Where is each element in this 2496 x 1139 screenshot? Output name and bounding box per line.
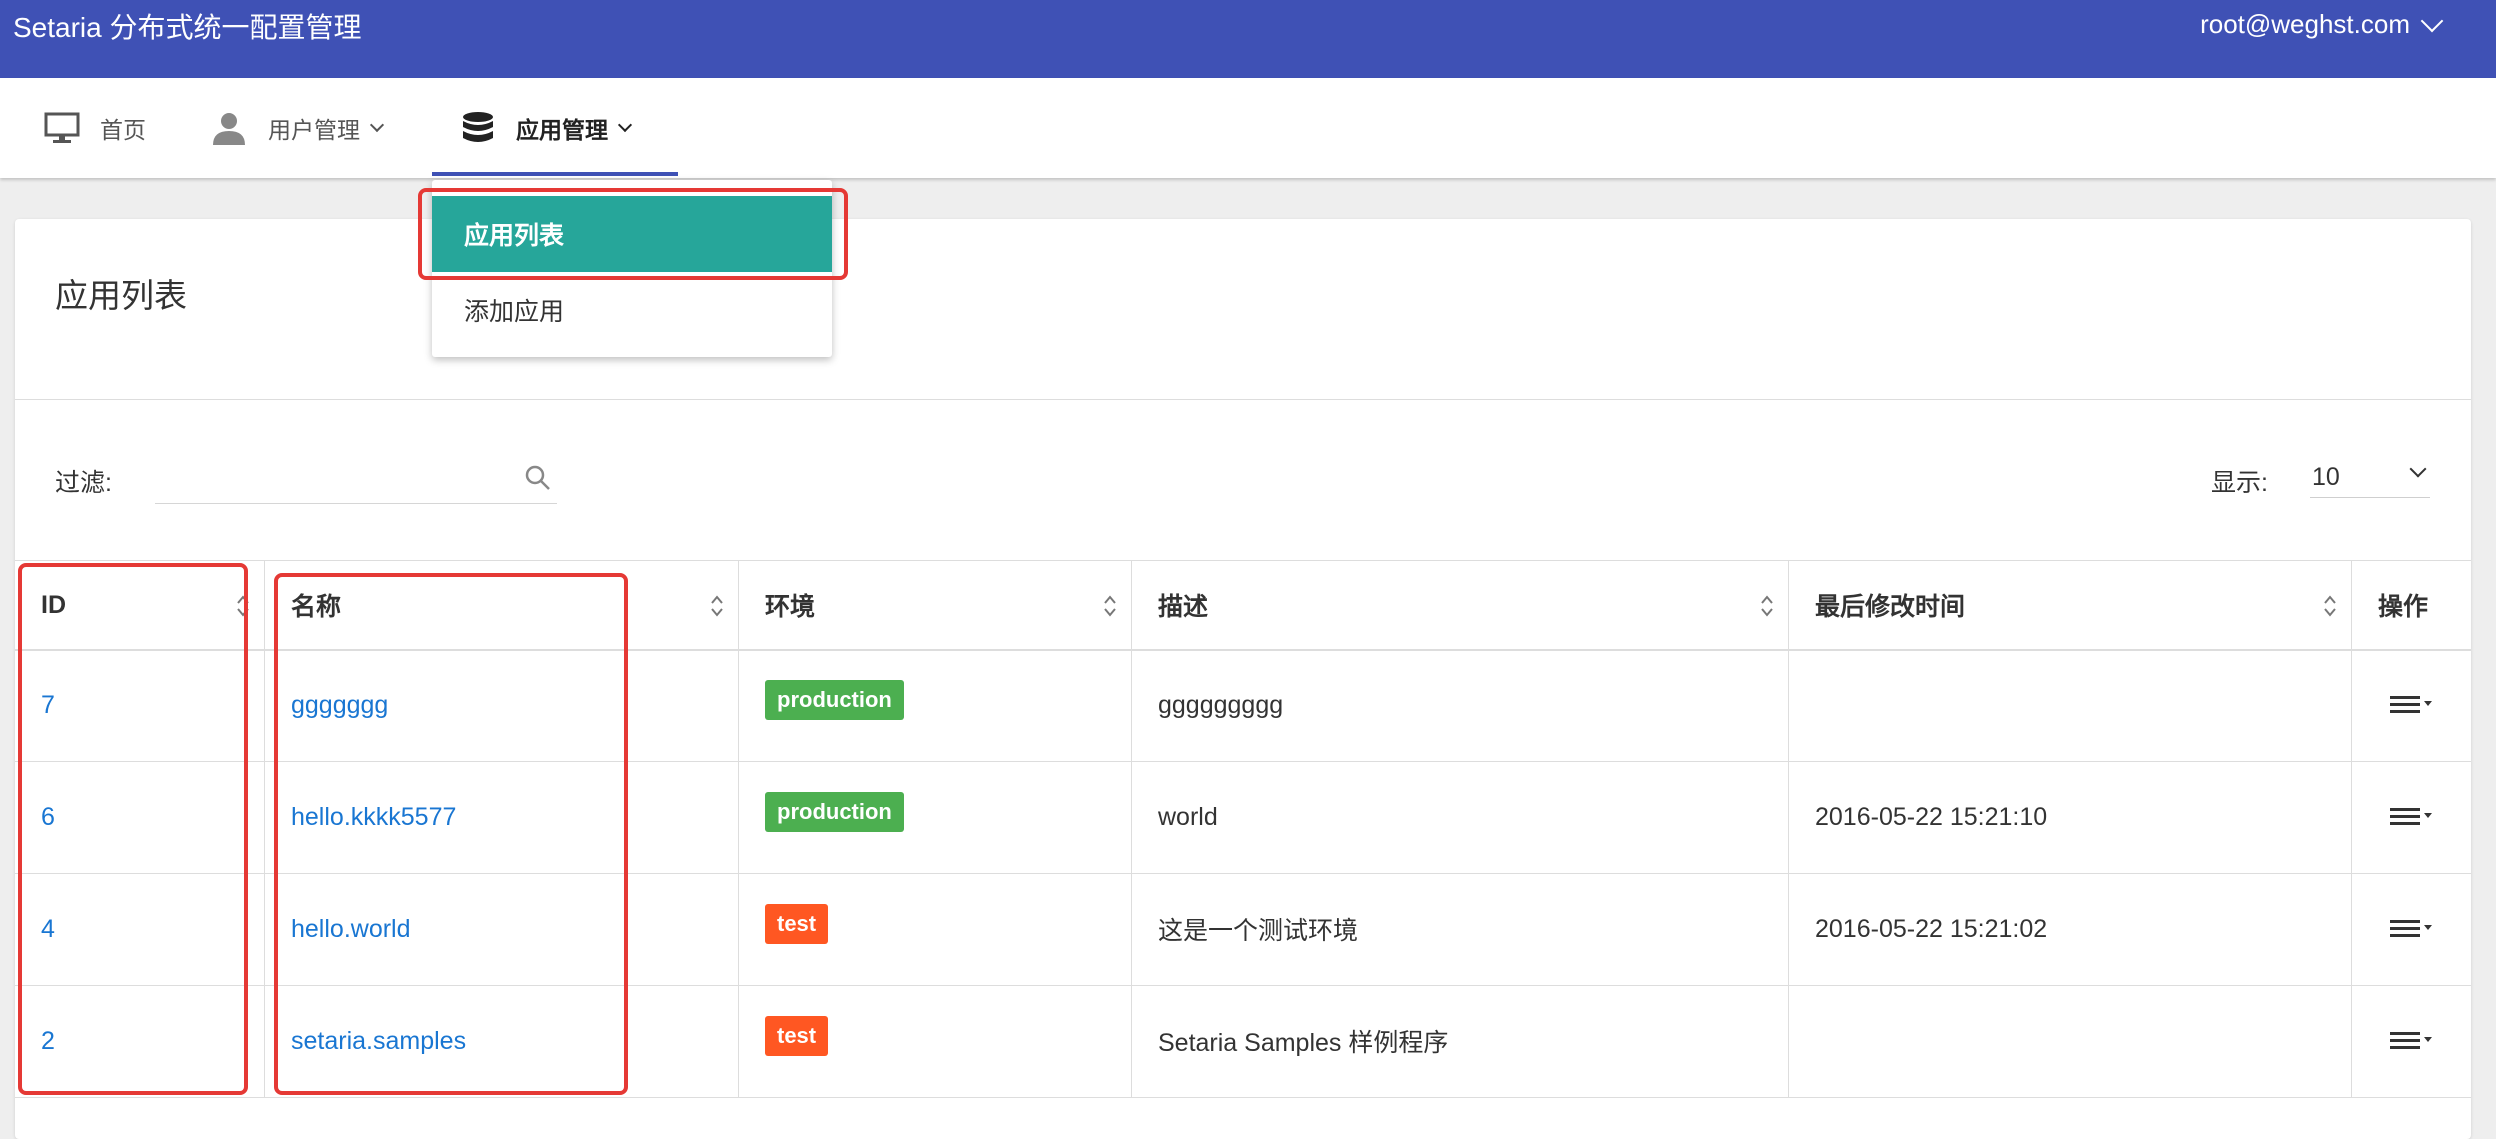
cell-modified	[1789, 649, 2352, 761]
page-title: 应用列表	[55, 277, 187, 314]
nav-label-users: 用户管理	[268, 117, 360, 143]
sort-icon	[711, 595, 723, 617]
nav-label-apps: 应用管理	[516, 117, 608, 143]
chevron-down-icon	[2420, 9, 2444, 32]
top-bar: Setaria 分布式统一配置管理 root@weghst.com	[0, 0, 2496, 78]
page-size-label: 显示:	[2211, 469, 2268, 497]
account-menu[interactable]: root@weghst.com	[2200, 9, 2444, 40]
column-header-id[interactable]: ID	[15, 561, 265, 649]
apps-dropdown-menu: 应用列表 添加应用	[432, 180, 832, 357]
table-row: 7 ggggggg production ggggggggg	[15, 649, 2471, 762]
nav-item-apps[interactable]: 应用管理	[460, 78, 633, 178]
env-badge: test	[765, 904, 829, 944]
cell-env: test	[739, 985, 1132, 1097]
app-list-card: 应用列表 过滤: 显示: 10 ID 名称 环境 描述 最后修改时间 操作 7 …	[15, 219, 2471, 1139]
nav-item-home[interactable]: 首页	[44, 78, 146, 178]
id-link[interactable]: 2	[41, 1027, 55, 1056]
column-header-desc[interactable]: 描述	[1132, 561, 1789, 649]
chevron-down-icon	[2409, 460, 2427, 478]
sort-icon	[1761, 595, 1773, 617]
column-header-actions: 操作	[2378, 593, 2429, 621]
table-row: 6 hello.kkkk5577 production world 2016-0…	[15, 761, 2471, 874]
table-row: 4 hello.world test 这是一个测试环境 2016-05-22 1…	[15, 873, 2471, 986]
search-icon[interactable]	[525, 465, 551, 491]
sort-icon	[2324, 595, 2336, 617]
env-badge: production	[765, 792, 904, 832]
cell-id: 6	[15, 761, 265, 873]
column-header-modified[interactable]: 最后修改时间	[1789, 561, 2352, 649]
cell-actions	[2352, 649, 2471, 761]
nav-bar: 首页 用户管理 应用管理	[0, 78, 2496, 178]
name-link[interactable]: hello.world	[291, 915, 411, 944]
cell-id: 4	[15, 873, 265, 985]
chevron-down-icon	[617, 117, 633, 133]
cell-desc: Setaria Samples 样例程序	[1132, 985, 1789, 1097]
table-header: ID 名称 环境 描述 最后修改时间 操作	[15, 560, 2471, 651]
sort-icon	[1104, 595, 1116, 617]
user-icon	[213, 113, 245, 145]
database-icon	[463, 112, 493, 142]
column-header-env[interactable]: 环境	[739, 561, 1132, 649]
row-actions-button[interactable]	[2390, 918, 2436, 940]
id-link[interactable]: 7	[41, 691, 55, 720]
env-badge: test	[765, 1016, 829, 1056]
menu-icon	[2390, 1032, 2432, 1049]
cell-actions	[2352, 761, 2471, 873]
nav-label-home: 首页	[100, 117, 146, 143]
cell-name: hello.kkkk5577	[265, 761, 739, 873]
account-email: root@weghst.com	[2200, 9, 2410, 39]
sort-icon	[237, 595, 249, 617]
name-link[interactable]: hello.kkkk5577	[291, 803, 456, 832]
cell-desc: ggggggggg	[1132, 649, 1789, 761]
env-badge: production	[765, 680, 904, 720]
page-size-value: 10	[2312, 463, 2340, 491]
menu-icon	[2390, 696, 2432, 713]
name-link[interactable]: ggggggg	[291, 691, 388, 720]
cell-name: ggggggg	[265, 649, 739, 761]
chevron-down-icon	[369, 117, 385, 133]
menu-item-app-list[interactable]: 应用列表	[432, 196, 832, 272]
monitor-icon	[44, 112, 80, 143]
cell-modified: 2016-05-22 15:21:02	[1789, 873, 2352, 985]
menu-icon	[2390, 808, 2432, 825]
table-row: 2 setaria.samples test Setaria Samples 样…	[15, 985, 2471, 1098]
row-actions-button[interactable]	[2390, 1030, 2436, 1052]
cell-desc: 这是一个测试环境	[1132, 873, 1789, 985]
name-link[interactable]: setaria.samples	[291, 1027, 466, 1056]
cell-actions	[2352, 985, 2471, 1097]
active-tab-indicator	[432, 172, 678, 176]
row-actions-button[interactable]	[2390, 806, 2436, 828]
cell-env: production	[739, 649, 1132, 761]
id-link[interactable]: 4	[41, 915, 55, 944]
cell-actions	[2352, 873, 2471, 985]
filter-input[interactable]	[155, 455, 557, 504]
cell-desc: world	[1132, 761, 1789, 873]
cell-id: 2	[15, 985, 265, 1097]
page-size-select[interactable]: 10	[2310, 449, 2430, 498]
filter-label: 过滤:	[55, 469, 112, 497]
column-header-name[interactable]: 名称	[265, 561, 739, 649]
row-actions-button[interactable]	[2390, 694, 2436, 716]
cell-name: hello.world	[265, 873, 739, 985]
cell-modified: 2016-05-22 15:21:10	[1789, 761, 2352, 873]
divider	[15, 399, 2471, 400]
menu-icon	[2390, 920, 2432, 937]
cell-modified	[1789, 985, 2352, 1097]
cell-env: test	[739, 873, 1132, 985]
cell-env: production	[739, 761, 1132, 873]
cell-name: setaria.samples	[265, 985, 739, 1097]
cell-id: 7	[15, 649, 265, 761]
id-link[interactable]: 6	[41, 803, 55, 832]
app-title: Setaria 分布式统一配置管理	[13, 12, 362, 43]
nav-item-users[interactable]: 用户管理	[210, 78, 385, 178]
menu-item-add-app[interactable]: 添加应用	[432, 272, 832, 348]
